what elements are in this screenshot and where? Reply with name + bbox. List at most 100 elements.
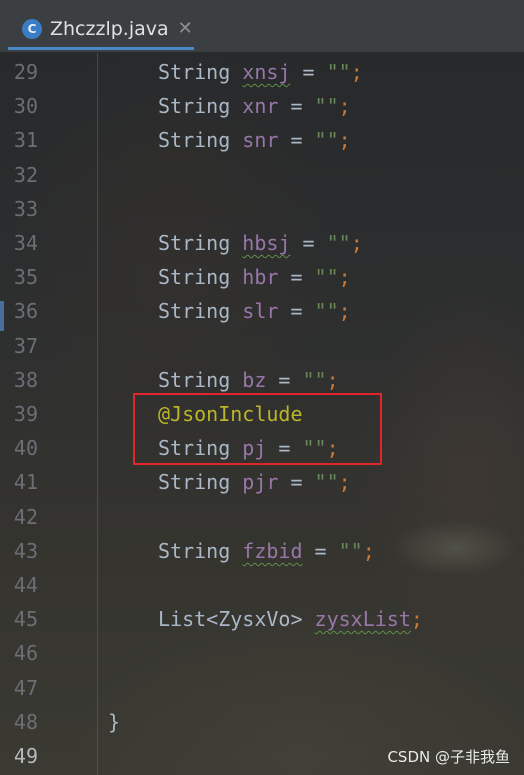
string-literal: "": [314, 265, 339, 290]
line-number: 36: [13, 299, 38, 324]
semicolon: ;: [338, 470, 351, 495]
line-number: 39: [13, 402, 38, 426]
line-number: 33: [13, 196, 38, 221]
field-name: slr: [242, 299, 279, 324]
watermark: CSDN @子非我鱼: [387, 748, 510, 766]
line-number: 29: [13, 60, 38, 84]
tab-zhczzlp-java[interactable]: C Zhczzlp.java ✕: [8, 10, 194, 50]
assign-operator: =: [278, 265, 315, 290]
code-line[interactable]: 42: [0, 500, 524, 534]
code-line[interactable]: 30 String xnr = "";: [0, 89, 524, 123]
code-line[interactable]: 36 String slr = "";: [0, 294, 524, 328]
line-code: String hbr = "";: [158, 260, 351, 294]
line-code: String fzbid = "";: [158, 534, 375, 568]
editor-tab-bar: C Zhczzlp.java ✕: [0, 0, 524, 53]
assign-operator: =: [266, 367, 303, 392]
string-literal: "": [338, 538, 363, 563]
code-line[interactable]: 31 String snr = "";: [0, 123, 524, 157]
code-line[interactable]: 38 String bz = "";: [0, 363, 524, 397]
field-name: hbsj: [242, 231, 291, 255]
field-name: bz: [242, 367, 267, 392]
line-code: String slr = "";: [158, 294, 351, 328]
assign-operator: =: [302, 538, 339, 563]
line-code: String bz = "";: [158, 363, 339, 397]
line-code: List<ZysxVo> zysxList;: [158, 602, 423, 636]
line-code: String pjr = "";: [158, 465, 351, 499]
code-line[interactable]: 47: [0, 671, 524, 705]
line-number: 37: [13, 333, 38, 358]
type-keyword: String: [158, 94, 231, 119]
line-number: 45: [13, 607, 38, 632]
line-number: 46: [13, 641, 38, 666]
line-number: 31: [13, 128, 38, 153]
code-line[interactable]: 32: [0, 158, 524, 192]
field-name: zysxList: [314, 607, 411, 632]
type-keyword: String: [158, 470, 231, 495]
line-number: 47: [13, 675, 38, 700]
field-name: xnsj: [242, 60, 291, 84]
string-literal: "": [314, 128, 339, 153]
code-line[interactable]: 34 String hbsj = "";: [0, 226, 524, 260]
line-number: 43: [13, 538, 38, 563]
line-number: 32: [13, 162, 38, 187]
string-literal: "": [326, 231, 351, 255]
type-keyword: String: [158, 60, 231, 84]
line-code: String xnsj = "";: [158, 55, 363, 89]
semicolon: ;: [338, 128, 351, 153]
code-line[interactable]: 46: [0, 636, 524, 670]
type-keyword: String: [158, 128, 231, 153]
line-number: 42: [13, 504, 38, 529]
type-keyword: String: [158, 231, 231, 255]
type-keyword: String: [158, 367, 231, 392]
assign-operator: =: [278, 299, 315, 324]
assign-operator: =: [290, 60, 327, 84]
field-name: fzbid: [242, 538, 303, 563]
line-number: 35: [13, 265, 38, 290]
semicolon: ;: [410, 607, 423, 632]
type-keyword: String: [158, 538, 231, 563]
closing-brace: }: [108, 709, 121, 734]
assign-operator: =: [290, 231, 327, 255]
line-code: String hbsj = "";: [158, 226, 363, 260]
code-line[interactable]: 35 String hbr = "";: [0, 260, 524, 294]
string-literal: "": [314, 470, 339, 495]
semicolon: ;: [350, 60, 363, 84]
code-line[interactable]: 44: [0, 568, 524, 602]
line-number: 44: [13, 573, 38, 597]
code-editor[interactable]: 29 String xnsj = ""; 30 String xnr = ""; 31 S…: [0, 53, 524, 775]
code-line[interactable]: 33: [0, 192, 524, 226]
line-code: String snr = "";: [158, 123, 351, 157]
code-line[interactable]: 29 String xnsj = "";: [0, 55, 524, 89]
semicolon: ;: [338, 265, 351, 290]
semicolon: ;: [338, 299, 351, 324]
semicolon: ;: [338, 94, 351, 119]
string-literal: "": [314, 299, 339, 324]
line-code: String xnr = "";: [158, 89, 351, 123]
tab-filename: Zhczzlp.java: [50, 17, 169, 40]
line-number: 38: [13, 367, 38, 392]
semicolon: ;: [326, 367, 339, 392]
code-line[interactable]: 41 String pjr = "";: [0, 465, 524, 499]
semicolon: ;: [350, 231, 363, 255]
line-code: }: [108, 705, 120, 739]
field-name: pjr: [242, 470, 279, 495]
string-literal: "": [314, 94, 339, 119]
java-class-icon: C: [22, 18, 42, 39]
line-number: 34: [13, 231, 38, 255]
code-line[interactable]: 37: [0, 329, 524, 363]
code-line[interactable]: 48}: [0, 705, 524, 739]
line-number: 49: [13, 744, 38, 768]
close-icon[interactable]: ✕: [178, 18, 193, 39]
semicolon: ;: [362, 538, 375, 563]
assign-operator: =: [278, 94, 315, 119]
code-line[interactable]: 43 String fzbid = "";: [0, 534, 524, 568]
line-number: 41: [13, 470, 38, 495]
field-name: hbr: [242, 265, 279, 290]
assign-operator: =: [278, 470, 315, 495]
code-line[interactable]: 45 List<ZysxVo> zysxList;: [0, 602, 524, 636]
highlight-annotation-box: [133, 393, 382, 465]
line-number: 40: [13, 436, 38, 461]
type-keyword: List<ZysxVo>: [158, 607, 303, 632]
field-name: xnr: [242, 94, 279, 119]
line-number: 30: [13, 94, 38, 119]
